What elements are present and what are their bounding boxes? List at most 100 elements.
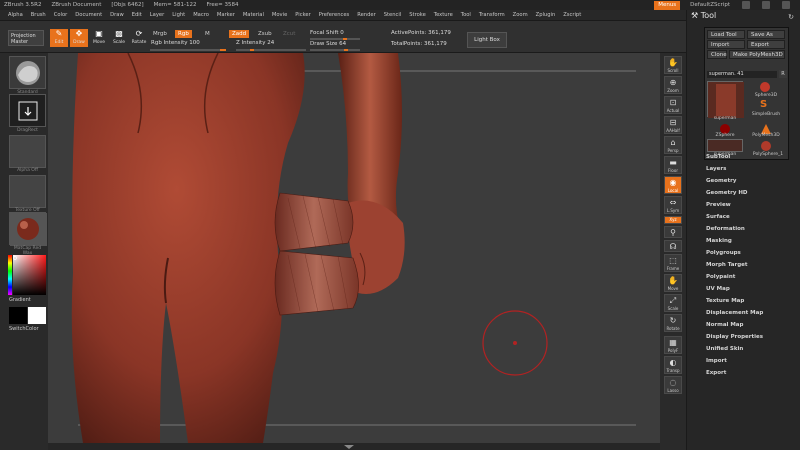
secondary-color-swatch[interactable] bbox=[28, 307, 46, 324]
zoom-button[interactable]: ⊕ Zoom bbox=[664, 76, 682, 94]
zcut-toggle[interactable]: Zcut bbox=[280, 30, 298, 38]
aahalf-button[interactable]: ⊟ AAHalf bbox=[664, 116, 682, 134]
export-button[interactable]: Export bbox=[747, 40, 785, 49]
save-as-button[interactable]: Save As bbox=[747, 30, 785, 39]
subpalette-normal-map[interactable]: Normal Map bbox=[706, 322, 743, 328]
menu-color[interactable]: Color bbox=[54, 12, 68, 18]
draw-size-track[interactable] bbox=[310, 49, 360, 51]
menu-zscript[interactable]: Zscript bbox=[563, 12, 581, 18]
menu-document[interactable]: Document bbox=[75, 12, 102, 18]
menu-zoom[interactable]: Zoom bbox=[513, 12, 528, 18]
menus-button[interactable]: Menus bbox=[654, 0, 681, 10]
lasso-button[interactable]: ◌ Lasso bbox=[664, 376, 682, 394]
zadd-toggle[interactable]: Zadd bbox=[229, 30, 250, 38]
scale-view-button[interactable]: ⤢ Scale bbox=[664, 294, 682, 312]
persp-button[interactable]: ⌂ Persp bbox=[664, 136, 682, 154]
z-intensity-track[interactable] bbox=[236, 49, 306, 51]
tool-thumb-superman[interactable] bbox=[707, 81, 744, 118]
r-button[interactable]: R bbox=[779, 70, 787, 78]
switch-color-button[interactable]: SwitchColor bbox=[9, 326, 39, 332]
subpalette-unified-skin[interactable]: Unified Skin bbox=[706, 346, 743, 352]
menu-preferences[interactable]: Preferences bbox=[319, 12, 350, 18]
sphere3d-icon[interactable] bbox=[759, 81, 771, 93]
menu-alpha[interactable]: Alpha bbox=[8, 12, 23, 18]
rotate-mode-button[interactable]: ⟳ Rotate bbox=[130, 29, 148, 47]
menu-render[interactable]: Render bbox=[357, 12, 375, 18]
menu-edit[interactable]: Edit bbox=[132, 12, 142, 18]
menu-marker[interactable]: Marker bbox=[217, 12, 235, 18]
local-button[interactable]: ◉ Local bbox=[664, 176, 682, 194]
subpalette-import[interactable]: Import bbox=[706, 358, 727, 364]
menu-material[interactable]: Material bbox=[243, 12, 264, 18]
light-box-button[interactable]: Light Box bbox=[467, 32, 507, 48]
gradient-label[interactable]: Gradient bbox=[9, 297, 31, 303]
close-button[interactable] bbox=[782, 1, 790, 9]
projection-master-button[interactable]: Projection Master bbox=[8, 30, 44, 46]
draw-size-label[interactable]: Draw Size 64 bbox=[310, 41, 346, 47]
menu-draw[interactable]: Draw bbox=[110, 12, 124, 18]
load-tool-button[interactable]: Load Tool bbox=[707, 30, 745, 39]
menu-picker[interactable]: Picker bbox=[295, 12, 310, 18]
brush-thumbnail[interactable] bbox=[9, 56, 46, 89]
z-intensity-label[interactable]: Z Intensity 24 bbox=[236, 40, 274, 46]
rotate-view-button[interactable]: ↻ Rotate bbox=[664, 314, 682, 332]
maximize-button[interactable] bbox=[762, 1, 770, 9]
subpalette-polypaint[interactable]: Polypaint bbox=[706, 274, 735, 280]
focal-shift-track[interactable] bbox=[310, 38, 360, 40]
menu-texture[interactable]: Texture bbox=[434, 12, 453, 18]
move-view-button[interactable]: ✋ Move bbox=[664, 274, 682, 292]
sculpt-canvas[interactable] bbox=[48, 53, 660, 443]
transp-button[interactable]: ◐ Transp bbox=[664, 356, 682, 374]
mrgb-toggle[interactable]: Mrgb bbox=[150, 30, 170, 38]
subpalette-geometry[interactable]: Geometry bbox=[706, 178, 736, 184]
texture-thumbnail[interactable] bbox=[9, 175, 46, 208]
default-zscript-label[interactable]: DefaultZScript bbox=[690, 2, 730, 8]
import-button[interactable]: Import bbox=[707, 40, 745, 49]
tool-thumb-superman-2[interactable] bbox=[707, 139, 743, 152]
material-thumbnail[interactable] bbox=[9, 212, 47, 246]
alpha-thumbnail[interactable] bbox=[9, 135, 46, 168]
menu-macro[interactable]: Macro bbox=[193, 12, 209, 18]
tool-palette-title[interactable]: ⚒ Tool bbox=[691, 11, 716, 20]
subpalette-layers[interactable]: Layers bbox=[706, 166, 726, 172]
draw-mode-button[interactable]: ✥ Draw bbox=[70, 29, 88, 47]
rotate-z-button[interactable]: ☊ bbox=[664, 240, 682, 252]
current-tool-name[interactable]: superman. 41 bbox=[707, 71, 777, 78]
rgb-intensity-label[interactable]: Rgb Intensity 100 bbox=[151, 40, 200, 46]
menu-transform[interactable]: Transform bbox=[479, 12, 505, 18]
move-mode-button[interactable]: ▣ Move bbox=[90, 29, 108, 47]
menu-stroke[interactable]: Stroke bbox=[409, 12, 426, 18]
subpalette-preview[interactable]: Preview bbox=[706, 202, 731, 208]
subpalette-uv-map[interactable]: UV Map bbox=[706, 286, 730, 292]
focal-shift-label[interactable]: Focal Shift 0 bbox=[310, 30, 344, 36]
menu-layer[interactable]: Layer bbox=[150, 12, 164, 18]
subpalette-deformation[interactable]: Deformation bbox=[706, 226, 745, 232]
zsub-toggle[interactable]: Zsub bbox=[255, 30, 275, 38]
subpalette-export[interactable]: Export bbox=[706, 370, 726, 376]
minimize-button[interactable] bbox=[742, 1, 750, 9]
subpalette-masking[interactable]: Masking bbox=[706, 238, 732, 244]
xyz-button[interactable]: Xyz bbox=[664, 216, 682, 224]
main-color-swatch[interactable] bbox=[9, 307, 27, 324]
rotate-y-button[interactable]: ⚲ bbox=[664, 226, 682, 238]
menu-light[interactable]: Light bbox=[172, 12, 185, 18]
frame-button[interactable]: ⬚ Frame bbox=[664, 254, 682, 272]
subpalette-geometry-hd[interactable]: Geometry HD bbox=[706, 190, 748, 196]
subpalette-surface[interactable]: Surface bbox=[706, 214, 730, 220]
polysphere-icon[interactable] bbox=[760, 140, 772, 152]
tray-handle-icon[interactable] bbox=[48, 443, 660, 450]
stroke-thumbnail[interactable] bbox=[9, 94, 46, 127]
menu-movie[interactable]: Movie bbox=[272, 12, 287, 18]
menu-stencil[interactable]: Stencil bbox=[384, 12, 402, 18]
palette-popout-icon[interactable]: ↻ bbox=[788, 13, 794, 21]
m-toggle[interactable]: M bbox=[202, 30, 213, 38]
color-picker[interactable] bbox=[8, 255, 46, 295]
subpalette-displacement-map[interactable]: Displacement Map bbox=[706, 310, 763, 316]
polyf-button[interactable]: ▦ PolyF bbox=[664, 336, 682, 354]
scale-mode-button[interactable]: ▩ Scale bbox=[110, 29, 128, 47]
menu-brush[interactable]: Brush bbox=[31, 12, 46, 18]
clone-button[interactable]: Clone bbox=[707, 50, 727, 59]
subpalette-display-properties[interactable]: Display Properties bbox=[706, 334, 763, 340]
subpalette-subtool[interactable]: SubTool bbox=[706, 154, 730, 160]
edit-mode-button[interactable]: ✎ Edit bbox=[50, 29, 68, 47]
